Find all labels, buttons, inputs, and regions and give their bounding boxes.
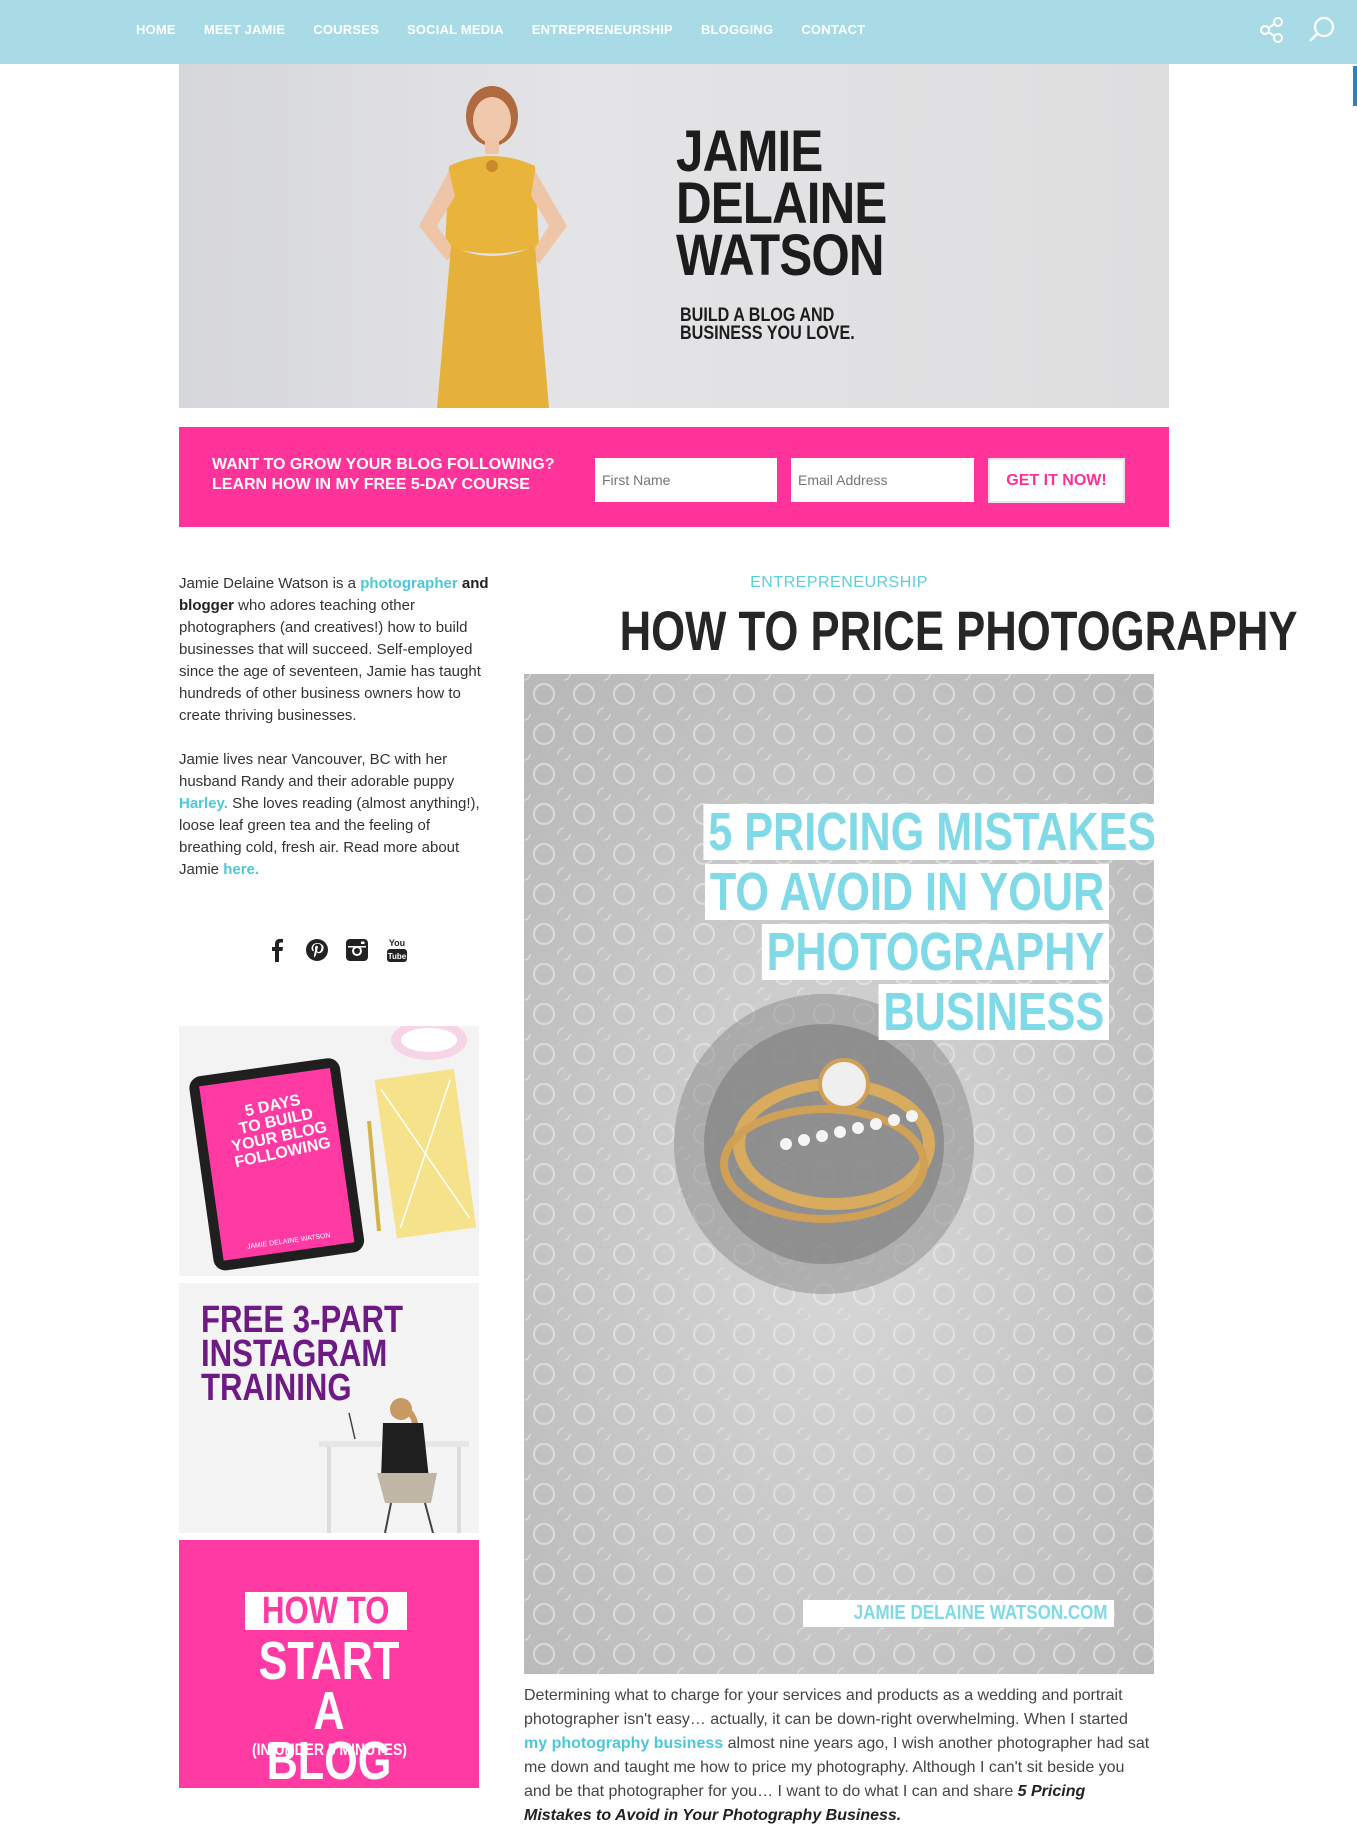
post-title[interactable]: HOW TO PRICE PHOTOGRAPHY xyxy=(524,596,1298,666)
intro-text: Determining what to charge for your serv… xyxy=(524,1687,1128,1728)
nav-item-blogging[interactable]: BLOGGING xyxy=(701,22,773,37)
bio-text: who adores teaching other photographers … xyxy=(179,597,481,724)
nav-item-courses[interactable]: COURSES xyxy=(313,22,379,37)
post-intro: Determining what to charge for your serv… xyxy=(524,1684,1154,1828)
share-icon[interactable] xyxy=(1256,14,1288,46)
social-links: You Tube xyxy=(263,936,423,964)
youtube-icon[interactable]: You Tube xyxy=(383,936,411,964)
header-banner: JAMIE DELAINE WATSON BUILD A BLOG AND BU… xyxy=(179,64,1169,408)
desk-woman-image xyxy=(319,1398,469,1533)
optin-text: WANT TO GROW YOUR BLOG FOLLOWING? LEARN … xyxy=(212,455,582,495)
promo3-headline: START A BLOG xyxy=(229,1631,429,1788)
optin-bar: WANT TO GROW YOUR BLOG FOLLOWING? LEARN … xyxy=(179,427,1169,527)
bio-text: Jamie lives near Vancouver, BC with her … xyxy=(179,751,455,790)
post-title-text[interactable]: HOW TO PRICE PHOTOGRAPHY xyxy=(620,596,1298,666)
instagram-icon[interactable] xyxy=(343,936,371,964)
tablet-mockup-image: 5 DAYS TO BUILD YOUR BLOG FOLLOWING JAMI… xyxy=(179,1026,479,1276)
pinterest-icon[interactable] xyxy=(303,936,331,964)
site-tagline-line: BUSINESS YOU LOVE. xyxy=(680,323,855,344)
promo-instagram-training[interactable]: FREE 3-PART INSTAGRAM TRAINING xyxy=(179,1283,479,1533)
first-name-input[interactable] xyxy=(595,458,777,502)
post-category-link[interactable]: ENTREPRENEURSHIP xyxy=(524,574,1154,592)
promo3-line: A BLOG xyxy=(266,1681,392,1788)
promo2-line: INSTAGRAM xyxy=(201,1333,388,1375)
promo3-how-to-text: HOW TO xyxy=(262,1590,390,1632)
image-headline-line: 5 PRICING MISTAKES xyxy=(703,804,1154,860)
sidebar-bio: Jamie Delaine Watson is a photographer a… xyxy=(179,573,494,903)
get-it-now-button[interactable]: GET IT NOW! xyxy=(988,458,1125,503)
image-headline-row: 5 PRICING MISTAKES xyxy=(589,804,1154,860)
nav-item-entrepreneurship[interactable]: ENTREPRENEURSHIP xyxy=(532,22,673,37)
promo-start-a-blog[interactable]: HOW TO START A BLOG (IN UNDER 5 MINUTES) xyxy=(179,1540,479,1788)
site-tagline: BUILD A BLOG AND BUSINESS YOU LOVE. xyxy=(680,306,867,344)
image-headline: 5 PRICING MISTAKES TO AVOID IN YOUR PHOT… xyxy=(589,804,1154,1044)
header-portrait-illustration xyxy=(419,86,567,408)
top-nav: HOME MEET JAMIE COURSES SOCIAL MEDIA ENT… xyxy=(0,0,1357,64)
promo3-subtitle-text: (IN UNDER 5 MINUTES) xyxy=(251,1740,407,1759)
image-headline-line: BUSINESS xyxy=(878,984,1109,1040)
nav-item-contact[interactable]: CONTACT xyxy=(801,22,865,37)
promo-blog-following-course[interactable]: 5 DAYS TO BUILD YOUR BLOG FOLLOWING JAMI… xyxy=(179,1026,479,1276)
optin-line: WANT TO GROW YOUR BLOG FOLLOWING? xyxy=(212,456,555,473)
email-input[interactable] xyxy=(791,458,974,502)
my-photography-business-link[interactable]: my photography business xyxy=(524,1735,723,1752)
bio-paragraph-1: Jamie Delaine Watson is a photographer a… xyxy=(179,573,494,727)
harley-link[interactable]: Harley. xyxy=(179,795,228,812)
nav-item-meet-jamie[interactable]: MEET JAMIE xyxy=(204,22,285,37)
svg-text:You: You xyxy=(389,938,405,948)
promo2-title: FREE 3-PART INSTAGRAM TRAINING xyxy=(201,1299,414,1407)
side-feedback-tab[interactable] xyxy=(1353,66,1357,106)
search-icon[interactable] xyxy=(1306,14,1338,46)
image-watermark-text: JAMIE DELAINE WATSON.COM xyxy=(854,1602,1108,1624)
bio-text: Jamie Delaine Watson is a xyxy=(179,575,361,592)
facebook-icon[interactable] xyxy=(263,936,291,964)
image-headline-row: PHOTOGRAPHY xyxy=(589,924,1109,980)
image-headline-line: PHOTOGRAPHY xyxy=(761,924,1109,980)
image-headline-line: TO AVOID IN YOUR xyxy=(704,864,1109,920)
promo3-line: START xyxy=(258,1631,400,1691)
post-featured-image: 5 PRICING MISTAKES TO AVOID IN YOUR PHOT… xyxy=(524,674,1154,1674)
svg-text:Tube: Tube xyxy=(388,952,407,961)
photographer-link[interactable]: photographer xyxy=(360,575,458,592)
promo3-how-to: HOW TO xyxy=(245,1592,407,1630)
promo2-line: FREE 3-PART xyxy=(201,1299,403,1341)
site-title: JAMIE DELAINE WATSON xyxy=(676,123,965,288)
nav-item-social-media[interactable]: SOCIAL MEDIA xyxy=(407,22,504,37)
image-headline-row: TO AVOID IN YOUR xyxy=(589,864,1109,920)
bio-paragraph-2: Jamie lives near Vancouver, BC with her … xyxy=(179,749,494,881)
nav-item-home[interactable]: HOME xyxy=(136,22,176,37)
image-watermark: JAMIE DELAINE WATSON.COM xyxy=(803,1600,1114,1627)
optin-line: LEARN HOW IN MY FREE 5-DAY COURSE xyxy=(212,476,530,493)
image-headline-row: BUSINESS xyxy=(589,984,1109,1040)
promo3-subtitle: (IN UNDER 5 MINUTES) xyxy=(229,1740,429,1760)
site-title-line: WATSON xyxy=(676,223,884,288)
nav-menu: HOME MEET JAMIE COURSES SOCIAL MEDIA ENT… xyxy=(136,22,893,37)
read-more-here-link[interactable]: here. xyxy=(223,861,259,878)
